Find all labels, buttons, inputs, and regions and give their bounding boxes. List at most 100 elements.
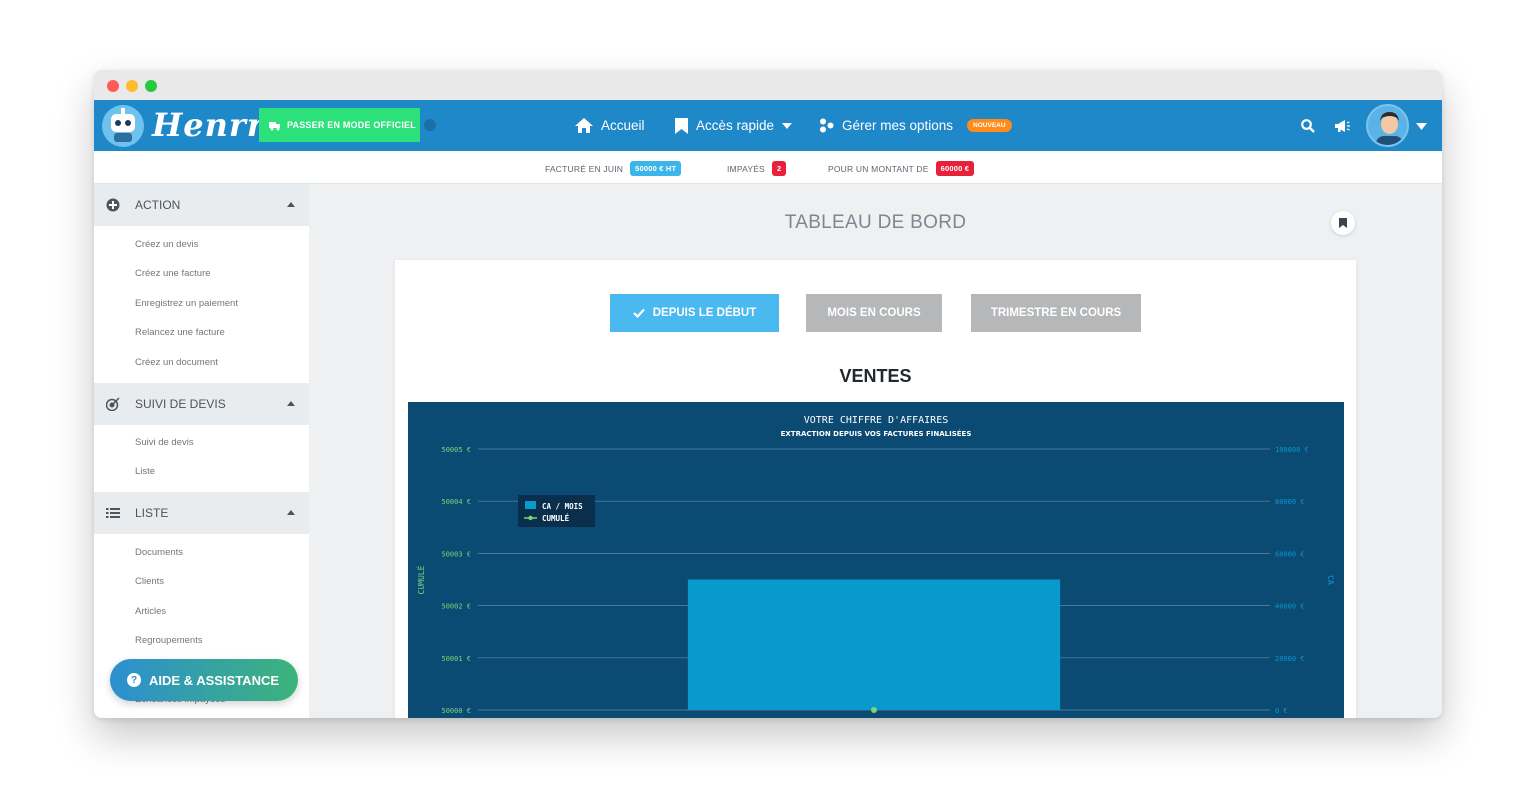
truck-icon [269,121,280,130]
caret-down-icon[interactable] [1416,123,1427,130]
bookmark-icon [675,117,688,134]
section-suivi-label: SUIVI DE DEVIS [135,397,226,411]
check-icon [632,308,645,318]
sidebar-item-clients[interactable]: Clients [135,576,164,587]
tab-depuis-debut[interactable]: DEPUIS LE DÉBUT [610,294,779,332]
sidebar-item-creez-facture[interactable]: Créez une facture [135,268,211,279]
stat-facture-label: FACTURÉ EN JUIN [545,163,624,174]
help-assistance-label: AIDE & ASSISTANCE [149,672,280,688]
sidebar-item-documents[interactable]: Documents [135,547,183,558]
left-tick-label: 50003 € [441,550,471,558]
options-icon [820,118,834,133]
stat-montant: POUR UN MONTANT DE 60000 € [828,161,975,176]
left-tick-label: 50004 € [441,498,471,506]
section-action-label: ACTION [135,198,181,212]
nav-options-label: Gérer mes options [842,118,954,133]
left-tick-label: 50005 € [441,446,471,454]
sidebar-item-creez-devis[interactable]: Créez un devis [135,239,198,250]
chart-bars [687,579,1061,711]
nav-options[interactable]: Gérer mes options NOUVEAU [819,100,1012,151]
section-liste-header[interactable]: LISTE [94,492,309,534]
sidebar-item-relancez-facture[interactable]: Relancez une facture [135,327,225,338]
nav-acces-rapide-label: Accès rapide [696,118,775,133]
home-icon [575,118,593,133]
right-tick-label: 0 € [1275,707,1288,715]
right-tick-label: 20000 € [1275,655,1305,663]
left-tick-label: 50002 € [441,603,471,611]
section-liste-label: LISTE [135,506,169,520]
sidebar-item-creez-document[interactable]: Créez un document [135,357,218,368]
tab-trimestre-en-cours[interactable]: TRIMESTRE EN COURS [971,294,1141,332]
stat-facture: FACTURÉ EN JUIN 50000 € HT [545,161,682,176]
stat-impayes[interactable]: IMPAYÉS 2 [727,161,787,176]
section-action-header[interactable]: ACTION [94,184,309,226]
chart-bar[interactable] [687,579,1061,711]
mode-indicator-dot [424,119,436,131]
section-suivi-header[interactable]: SUIVI DE DEVIS [94,383,309,425]
chart-legend[interactable]: CA / MOIS CUMULÉ [518,495,595,527]
stat-montant-label: POUR UN MONTANT DE [828,163,929,174]
legend-swatch-ca [525,501,536,509]
list-icon [106,508,120,518]
new-badge: NOUVEAU [967,119,1012,132]
chart-points [871,707,877,713]
main-content: TABLEAU DE BORD DEPUIS LE DÉBUT MOIS EN … [309,184,1442,718]
robot-logo-icon[interactable] [100,103,146,149]
nav-accueil[interactable]: Accueil [575,100,645,151]
avatar[interactable] [1366,104,1409,147]
stat-impayes-value: 2 [771,161,787,176]
left-axis-label: CUMULÉ [415,565,426,594]
legend-dot-cumul [528,515,533,521]
caret-down-icon [782,122,793,129]
chart-subtitle: EXTRACTION DEPUIS VOS FACTURES FINALISÉE… [781,429,972,438]
stats-bar: FACTURÉ EN JUIN 50000 € HT IMPAYÉS 2 POU… [94,151,1442,184]
tab-trimestre-label: TRIMESTRE EN COURS [990,307,1122,319]
sidebar-item-liste[interactable]: Liste [135,466,155,477]
megaphone-icon[interactable] [1334,119,1350,133]
stat-impayes-label: IMPAYÉS [727,163,765,174]
search-icon[interactable] [1301,119,1315,133]
sidebar: ACTION Créez un devis Créez une facture … [94,184,309,718]
right-axis-ticks: 0 € 20000 € 40000 € 60000 € 80000 € 100000 € [1275,446,1309,715]
right-tick-label: 100000 € [1275,446,1309,454]
right-tick-label: 80000 € [1275,498,1305,506]
tab-mois-label: MOIS EN COURS [827,307,921,319]
legend-label-cumul: CUMULÉ [542,514,570,523]
chart-title: VOTRE CHIFFRE D'AFFAIRES [804,415,949,426]
official-mode-label: PASSER EN MODE OFFICIEL [287,120,416,130]
left-tick-label: 50001 € [441,655,471,663]
right-tick-label: 40000 € [1275,603,1305,611]
sidebar-item-articles[interactable]: Articles [135,606,166,617]
left-tick-label: 50000 € [441,707,471,715]
stat-facture-value: 50000 € HT [630,161,682,176]
top-navbar: Henrri PASSER EN MODE OFFICIEL Accueil A… [94,100,1442,151]
chevron-up-icon [287,202,295,207]
chart-point[interactable] [871,707,877,713]
user-avatar-icon [1376,112,1403,145]
tab-mois-en-cours[interactable]: MOIS EN COURS [806,294,942,332]
section-title-ventes: VENTES [839,366,912,386]
question-icon: ? [127,673,141,687]
close-window-dot[interactable] [107,80,119,92]
nav-accueil-label: Accueil [601,118,645,133]
official-mode-button[interactable]: PASSER EN MODE OFFICIEL [259,108,420,142]
chevron-up-icon [287,510,295,515]
tab-depuis-debut-label: DEPUIS LE DÉBUT [652,307,757,319]
minimize-window-dot[interactable] [126,80,138,92]
right-tick-label: 60000 € [1275,550,1305,558]
stat-montant-value: 60000 € [935,161,975,176]
revenue-chart: VOTRE CHIFFRE D'AFFAIRES EXTRACTION DEPU… [408,402,1344,718]
bookmark-icon [1339,218,1347,228]
bookmark-page-button[interactable] [1331,211,1355,235]
left-axis-ticks: 50000 € 50001 € 50002 € 50003 € 50004 € 50005… [441,446,471,715]
plus-circle-icon [106,198,120,212]
window-titlebar [94,70,1442,100]
dashboard-card: DEPUIS LE DÉBUT MOIS EN COURS TRIMESTRE … [395,260,1356,718]
help-assistance-button[interactable]: ? AIDE & ASSISTANCE [110,659,298,701]
sidebar-item-regroupements[interactable]: Regroupements [135,635,203,646]
maximize-window-dot[interactable] [145,80,157,92]
nav-acces-rapide[interactable]: Accès rapide [675,100,793,151]
right-axis-label: CA [1326,575,1335,585]
sidebar-item-suivi-devis[interactable]: Suivi de devis [135,437,194,448]
sidebar-item-enregistrez-paiement[interactable]: Enregistrez un paiement [135,298,238,309]
